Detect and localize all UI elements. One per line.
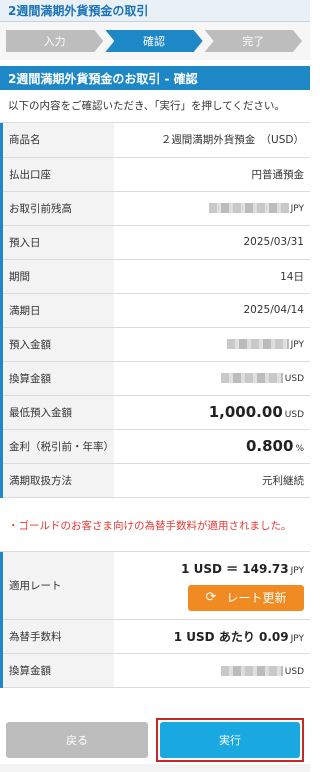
fee-notice: ・ゴールドのお客さま向けの為替手数料が適用されました。 — [0, 498, 310, 552]
refresh-icon: ⟳ — [205, 590, 217, 606]
fee-unit: JPY — [290, 634, 304, 644]
page-header: 2週間満期外貨預金の取引 — [0, 0, 310, 22]
deposit-date-value: 2025/03/31 — [113, 225, 310, 260]
min-deposit-value: 1,000.00 — [208, 403, 283, 421]
interest-value: 0.800 — [245, 437, 294, 455]
table-row: 預入金額 JPY — [0, 327, 310, 362]
intro-text: 以下の内容をご確認いただき、「実行」を押してください。 — [0, 90, 310, 123]
deposit-amount-label: 預入金額 — [0, 327, 114, 362]
fee-value: 1 USD あたり 0.09 — [173, 630, 289, 644]
back-button[interactable]: 戻る — [6, 722, 148, 758]
converted-amount-label-2: 換算金額 — [0, 653, 114, 688]
min-deposit-label: 最低預入金額 — [0, 395, 114, 430]
deposit-amount-unit: JPY — [290, 340, 304, 350]
masked-value — [220, 373, 283, 383]
details-table: 商品名 ２週間満期外貨預金 （USD） 払出口座 円普通預金 お取引前残高 JP… — [0, 123, 310, 498]
table-row: 最低預入金額 1,000.00 USD — [0, 395, 310, 430]
converted-amount-unit: USD — [284, 374, 304, 384]
rate-value: 1 USD ＝ 149.73 — [181, 561, 289, 576]
maturity-handling-label: 満期取扱方法 — [0, 463, 114, 498]
rate-label: 適用レート — [0, 551, 114, 620]
step-input: 入力 — [6, 30, 103, 52]
balance-unit: JPY — [290, 204, 304, 214]
refresh-rate-button[interactable]: ⟳ レート更新 — [188, 584, 304, 611]
account-value: 円普通預金 — [113, 157, 310, 192]
execute-button[interactable]: 実行 — [160, 722, 300, 758]
min-deposit-unit: USD — [284, 410, 304, 420]
balance-label: お取引前残高 — [0, 191, 114, 226]
step-confirm: 確認 — [105, 30, 202, 52]
term-label: 期間 — [0, 259, 114, 294]
converted-amount-label: 換算金額 — [0, 361, 114, 396]
table-row: 換算金額 USD — [0, 653, 310, 688]
table-row: 換算金額 USD — [0, 361, 310, 396]
masked-value — [226, 339, 289, 349]
action-buttons: 戻る 実行 — [0, 718, 310, 762]
bottom-bar — [0, 764, 310, 772]
table-row: 期間 14日 — [0, 259, 310, 294]
table-row: 金利（税引前・年率） 0.800% — [0, 429, 310, 464]
converted-amount-unit-2: USD — [284, 666, 304, 677]
product-label: 商品名 — [0, 123, 114, 158]
interest-label: 金利（税引前・年率） — [0, 429, 114, 464]
interest-unit: % — [295, 444, 304, 454]
maturity-date-label: 満期日 — [0, 293, 114, 328]
table-row: 商品名 ２週間満期外貨預金 （USD） — [0, 123, 310, 158]
table-row: 満期日 2025/04/14 — [0, 293, 310, 328]
step-indicator: 入力 確認 完了 — [0, 22, 310, 60]
term-value: 14日 — [113, 259, 310, 294]
rate-table: 適用レート 1 USD ＝ 149.73 JPY ⟳ レート更新 為替手数料 1 … — [0, 551, 310, 688]
step-complete: 完了 — [205, 30, 302, 52]
account-label: 払出口座 — [0, 157, 114, 192]
section-title: 2週間満期外貨預金のお取引 - 確認 — [0, 66, 310, 90]
product-value: ２週間満期外貨預金 （USD） — [113, 123, 310, 158]
table-row: 払出口座 円普通預金 — [0, 157, 310, 192]
execute-highlight: 実行 — [156, 718, 304, 762]
table-row: 適用レート 1 USD ＝ 149.73 JPY ⟳ レート更新 — [0, 551, 310, 620]
masked-value — [220, 665, 283, 676]
maturity-handling-value: 元利継続 — [113, 463, 310, 498]
masked-value — [208, 203, 289, 213]
refresh-rate-label: レート更新 — [226, 591, 287, 606]
fee-label: 為替手数料 — [0, 619, 114, 654]
table-row: 為替手数料 1 USD あたり 0.09 JPY — [0, 619, 310, 654]
table-row: 預入日 2025/03/31 — [0, 225, 310, 260]
deposit-date-label: 預入日 — [0, 225, 114, 260]
table-row: 満期取扱方法 元利継続 — [0, 463, 310, 498]
maturity-date-value: 2025/04/14 — [113, 293, 310, 328]
rate-unit: JPY — [290, 565, 304, 576]
page-title: 2週間満期外貨預金の取引 — [8, 4, 149, 18]
table-row: お取引前残高 JPY — [0, 191, 310, 226]
